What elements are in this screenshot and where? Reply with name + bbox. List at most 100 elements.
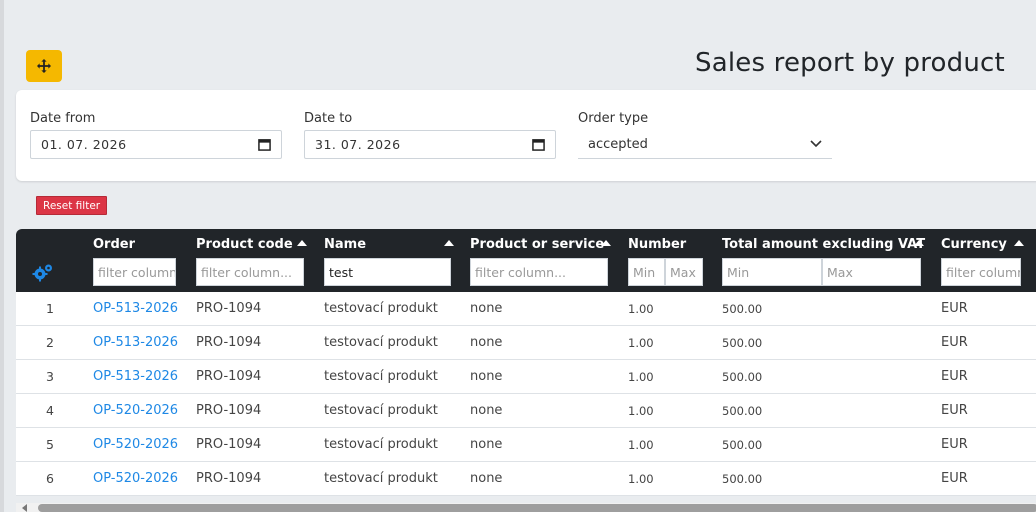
table-row: 1 OP-513-2026 PRO-1094 testovací produkt… (16, 292, 1036, 326)
number-cell: 1.00 (628, 336, 654, 350)
order-link[interactable]: OP-520-2026 (93, 428, 178, 462)
table-row: 6 OP-520-2026 PRO-1094 testovací produkt… (16, 462, 1036, 496)
product-code-cell: PRO-1094 (196, 437, 262, 452)
table-body: 1 OP-513-2026 PRO-1094 testovací produkt… (16, 292, 1036, 496)
chevron-down-icon (810, 140, 822, 148)
row-index: 3 (46, 369, 54, 384)
total-cell: 500.00 (722, 404, 763, 418)
number-cell: 1.00 (628, 370, 654, 384)
column-header-currency[interactable]: Currency (941, 237, 1007, 252)
order-link[interactable]: OP-520-2026 (93, 394, 178, 428)
order-link[interactable]: OP-513-2026 (93, 360, 178, 394)
table-row: 2 OP-513-2026 PRO-1094 testovací produkt… (16, 326, 1036, 360)
product-or-service-cell: none (470, 437, 503, 452)
product-or-service-cell: none (470, 369, 503, 384)
number-cell: 1.00 (628, 472, 654, 486)
product-or-service-filter-input[interactable]: filter column... (470, 258, 608, 286)
sort-up-icon[interactable] (1014, 240, 1024, 246)
total-cell: 500.00 (722, 370, 763, 384)
date-from-label: Date from (30, 111, 96, 126)
order-link[interactable]: OP-520-2026 (93, 462, 178, 496)
column-header-name[interactable]: Name (324, 237, 366, 252)
calendar-icon[interactable] (258, 138, 271, 151)
column-header-product-or-service[interactable]: Product or service (470, 237, 604, 252)
table-header: Order filter column... Product code filt… (16, 229, 1036, 292)
name-cell: testovací produkt (324, 437, 438, 452)
total-cell: 500.00 (722, 472, 763, 486)
sort-up-icon[interactable] (601, 240, 611, 246)
currency-cell: EUR (941, 335, 968, 350)
order-type-select[interactable]: accepted (578, 130, 832, 159)
currency-cell: EUR (941, 437, 968, 452)
total-min-input[interactable]: Min (722, 258, 822, 286)
currency-cell: EUR (941, 471, 968, 486)
order-link[interactable]: OP-513-2026 (93, 292, 178, 326)
number-max-input[interactable]: Max (665, 258, 703, 286)
currency-cell: EUR (941, 301, 968, 316)
total-cell: 500.00 (722, 302, 763, 316)
number-cell: 1.00 (628, 404, 654, 418)
row-index: 5 (46, 437, 54, 452)
row-index: 6 (46, 471, 54, 486)
total-max-input[interactable]: Max (822, 258, 921, 286)
row-index: 2 (46, 335, 54, 350)
column-header-total-amount[interactable]: Total amount excluding VAT (722, 237, 925, 252)
name-cell: testovací produkt (324, 301, 438, 316)
total-cell: 500.00 (722, 336, 763, 350)
product-or-service-cell: none (470, 335, 503, 350)
reset-filter-button[interactable]: Reset filter (36, 196, 108, 215)
number-min-input[interactable]: Min (628, 258, 665, 286)
sort-up-icon[interactable] (444, 240, 454, 246)
name-cell: testovací produkt (324, 471, 438, 486)
number-cell: 1.00 (628, 302, 654, 316)
date-to-input[interactable]: 31. 07. 2026 (304, 130, 556, 159)
order-link[interactable]: OP-513-2026 (93, 326, 178, 360)
sort-up-icon[interactable] (297, 240, 307, 246)
product-or-service-cell: none (470, 403, 503, 418)
table-row: 3 OP-513-2026 PRO-1094 testovací produkt… (16, 360, 1036, 394)
order-filter-input[interactable]: filter column... (93, 258, 176, 286)
date-to-label: Date to (304, 111, 353, 126)
number-cell: 1.00 (628, 438, 654, 452)
product-code-cell: PRO-1094 (196, 335, 262, 350)
product-code-cell: PRO-1094 (196, 369, 262, 384)
gears-icon[interactable] (32, 262, 54, 282)
column-header-order[interactable]: Order (93, 237, 135, 252)
currency-cell: EUR (941, 403, 968, 418)
page-title: Sales report by product (695, 48, 1005, 78)
date-from-input[interactable]: 01. 07. 2026 (30, 130, 282, 159)
horizontal-scrollbar[interactable] (16, 503, 1036, 512)
filter-panel: Date from 01. 07. 2026 Date to 31. 07. 2… (16, 90, 1036, 181)
left-edge (0, 0, 4, 512)
product-code-cell: PRO-1094 (196, 403, 262, 418)
currency-filter-input[interactable]: filter column... (941, 258, 1021, 286)
date-to-value: 31. 07. 2026 (315, 137, 401, 152)
currency-cell: EUR (941, 369, 968, 384)
column-header-product-code[interactable]: Product code (196, 237, 293, 252)
product-or-service-cell: none (470, 471, 503, 486)
product-code-cell: PRO-1094 (196, 301, 262, 316)
column-header-number[interactable]: Number (628, 237, 686, 252)
product-code-filter-input[interactable]: filter column... (196, 258, 304, 286)
scrollbar-thumb[interactable] (38, 504, 1036, 512)
order-type-label: Order type (578, 111, 649, 126)
order-type-value: accepted (588, 136, 648, 152)
product-or-service-cell: none (470, 301, 503, 316)
product-code-cell: PRO-1094 (196, 471, 262, 486)
date-from-value: 01. 07. 2026 (41, 137, 127, 152)
calendar-icon[interactable] (532, 138, 545, 151)
name-filter-input[interactable]: test (324, 258, 451, 286)
sales-table: Order filter column... Product code filt… (16, 229, 1036, 512)
sort-up-icon[interactable] (914, 240, 924, 246)
name-cell: testovací produkt (324, 369, 438, 384)
row-index: 1 (46, 301, 54, 316)
row-index: 4 (46, 403, 54, 418)
scroll-left-arrow-icon[interactable] (22, 504, 27, 512)
total-cell: 500.00 (722, 438, 763, 452)
table-row: 4 OP-520-2026 PRO-1094 testovací produkt… (16, 394, 1036, 428)
move-button[interactable] (26, 50, 62, 82)
move-arrows-icon (37, 59, 51, 73)
name-cell: testovací produkt (324, 335, 438, 350)
table-row: 5 OP-520-2026 PRO-1094 testovací produkt… (16, 428, 1036, 462)
name-cell: testovací produkt (324, 403, 438, 418)
